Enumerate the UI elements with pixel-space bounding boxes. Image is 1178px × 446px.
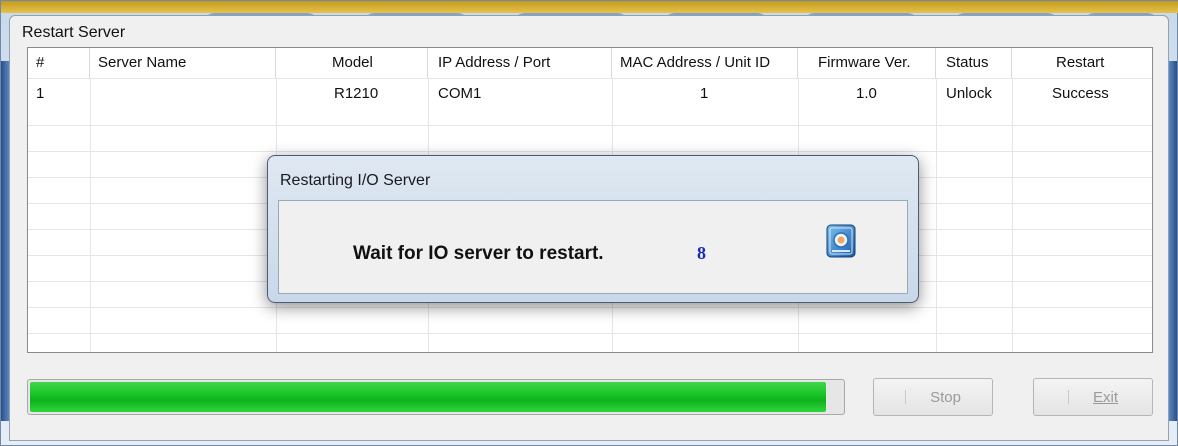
stop-button[interactable]: Stop — [873, 378, 993, 416]
restarting-dialog: Restarting I/O Server Wait for IO server… — [267, 155, 919, 303]
row-divider — [28, 151, 1152, 152]
column-divider — [90, 78, 91, 352]
cell-ip-address: COM1 — [438, 85, 482, 102]
cell-restart: Success — [1052, 85, 1109, 102]
cell-status: Unlock — [946, 85, 992, 102]
background-edge-right — [1169, 61, 1177, 421]
exit-button-label: Exit — [1092, 388, 1118, 406]
row-divider — [28, 307, 1152, 308]
dialog-message: Wait for IO server to restart. — [353, 243, 604, 264]
exit-button[interactable]: Exit — [1033, 378, 1153, 416]
column-divider — [1012, 78, 1013, 352]
dialog-title: Restarting I/O Server — [280, 172, 431, 189]
window-frame: Restart Server # Server Name Model IP Ad… — [0, 0, 1178, 446]
column-header-status[interactable]: Status — [936, 48, 1012, 78]
focus-marker — [1067, 390, 1069, 404]
column-header-model[interactable]: Model — [276, 48, 428, 78]
column-header-ip-address[interactable]: IP Address / Port — [428, 48, 612, 78]
column-header-mac-address[interactable]: MAC Address / Unit ID — [612, 48, 798, 78]
cell-server-name — [90, 81, 276, 107]
column-header-number[interactable]: # — [28, 48, 90, 78]
column-header-restart[interactable]: Restart — [1012, 48, 1152, 78]
row-divider — [28, 125, 1152, 126]
background-edge-left — [1, 61, 9, 421]
countdown-value: 8 — [697, 243, 706, 263]
column-header-server-name[interactable]: Server Name — [90, 48, 276, 78]
row-divider — [28, 333, 1152, 334]
cell-firmware: 1.0 — [856, 85, 877, 102]
io-server-icon — [826, 224, 856, 258]
restart-progress-bar — [27, 379, 845, 415]
window-title: Restart Server — [22, 24, 126, 41]
focus-marker — [905, 390, 907, 404]
cell-number: 1 — [36, 85, 45, 102]
cell-mac-address: 1 — [700, 85, 709, 102]
column-divider — [936, 78, 937, 352]
window-top-edge — [1, 1, 1178, 13]
cell-model: R1210 — [334, 85, 379, 102]
column-header-firmware[interactable]: Firmware Ver. — [798, 48, 936, 78]
stop-button-label: Stop — [930, 388, 961, 406]
dialog-body: Wait for IO server to restart. 8 — [278, 200, 908, 294]
progress-fill — [30, 382, 826, 412]
row-divider — [28, 78, 1152, 79]
